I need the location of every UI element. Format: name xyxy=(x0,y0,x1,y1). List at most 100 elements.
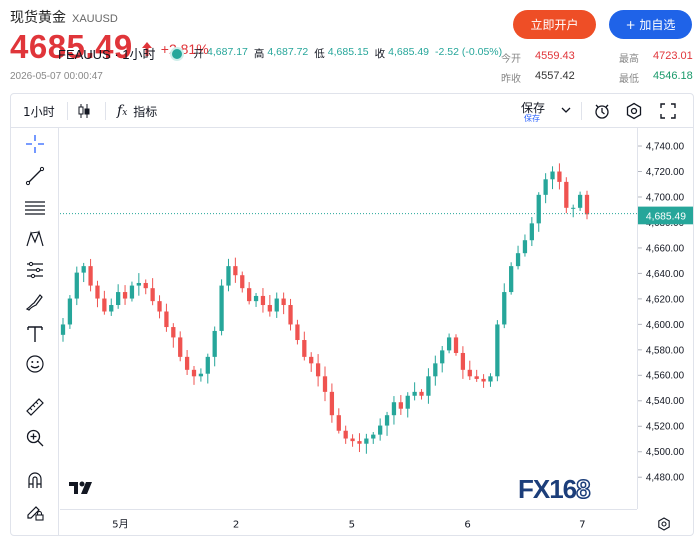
text-tool[interactable] xyxy=(23,322,47,346)
alert-button[interactable] xyxy=(593,94,611,128)
y-tick-label: 4,720.00 xyxy=(646,167,685,178)
candle-type-button[interactable] xyxy=(77,94,91,128)
candle-body xyxy=(302,340,307,357)
ruler-tool[interactable] xyxy=(23,395,47,419)
instrument-name: 现货黄金 xyxy=(10,10,66,26)
zoom-in-tool[interactable] xyxy=(23,426,47,450)
candle-body xyxy=(384,415,390,426)
toolbar-divider xyxy=(581,102,582,120)
candle-body xyxy=(274,298,279,312)
toolbar-divider xyxy=(67,102,68,120)
candle-body xyxy=(474,376,479,379)
legend-low-label: 低 xyxy=(314,48,325,60)
candle-body xyxy=(260,295,266,306)
y-tick-label: 4,660.00 xyxy=(646,243,685,254)
pattern-icon xyxy=(26,230,44,247)
candle-body xyxy=(433,363,438,377)
magnet-tool[interactable] xyxy=(23,468,47,492)
fx168-brand-num: 8 xyxy=(575,473,591,505)
market-status-dot xyxy=(169,46,184,61)
candle-body xyxy=(515,253,521,267)
stat-low: 最低 4546.18 xyxy=(619,70,693,85)
fx168-brand: FX16 xyxy=(518,474,577,504)
emoji-tool[interactable] xyxy=(23,352,47,376)
add-watchlist-button[interactable]: + 加自选 xyxy=(609,10,692,39)
chevron-down-icon[interactable] xyxy=(561,106,571,114)
candle-body xyxy=(564,181,569,208)
x-tick-label: 5月 xyxy=(112,518,129,530)
candle-body xyxy=(426,376,431,396)
trend-line-tool[interactable] xyxy=(23,164,47,188)
price-chart[interactable] xyxy=(60,128,637,509)
candle-body xyxy=(88,266,93,286)
lock-pencil-icon xyxy=(27,506,44,521)
settings-button[interactable] xyxy=(625,94,643,128)
time-axis[interactable]: 5月 2 5 6 7 xyxy=(60,509,637,536)
y-tick-label: 4,620.00 xyxy=(646,294,685,305)
candle-body xyxy=(95,285,100,299)
brush-tool[interactable] xyxy=(23,290,47,314)
candle-body xyxy=(481,378,486,382)
chart-toolbar: 1小时 fx 指标 保存 保存 xyxy=(11,94,693,128)
candle-body xyxy=(233,266,238,276)
legend-close: 4,685.49 xyxy=(388,46,430,58)
open-account-button[interactable]: 立即开户 xyxy=(513,10,596,39)
magnet-icon xyxy=(28,472,42,488)
candle-body xyxy=(281,298,286,306)
save-sublabel: 保存 xyxy=(524,114,540,123)
legend-open: 4,687.17 xyxy=(207,46,248,58)
candle-body xyxy=(129,285,135,299)
candle-body xyxy=(122,292,128,299)
candle-body xyxy=(453,337,459,353)
axis-settings-icon[interactable] xyxy=(657,517,671,531)
candle-body xyxy=(440,350,445,364)
fullscreen-icon xyxy=(660,103,676,119)
candle-body xyxy=(343,430,348,439)
pattern-tool[interactable] xyxy=(23,227,47,251)
candle-body xyxy=(364,438,369,444)
legend-open-label: 开 xyxy=(193,48,205,60)
candle-body xyxy=(205,356,210,374)
crosshair-tool[interactable] xyxy=(23,132,47,156)
screenshot-button[interactable] xyxy=(659,94,677,128)
candle-body xyxy=(378,425,383,435)
legend-high: 4,687.72 xyxy=(267,46,309,58)
quote-timestamp: 2026-05-07 00:00:47 xyxy=(10,71,103,82)
horizontal-lines-tool[interactable] xyxy=(23,196,47,220)
gear-icon xyxy=(626,102,642,120)
interval-selector[interactable]: 1小时 xyxy=(23,94,55,128)
candle-body xyxy=(309,356,314,364)
measure-lines-icon xyxy=(27,261,43,279)
candle-body xyxy=(247,288,252,302)
candle-body xyxy=(577,194,583,208)
candle-body xyxy=(191,369,197,377)
x-tick-label: 2 xyxy=(233,519,239,530)
indicators-button[interactable]: fx 指标 xyxy=(117,94,157,128)
candle-body xyxy=(419,391,424,396)
y-tick-label: 4,540.00 xyxy=(646,396,685,407)
legend-symbol: FEAUUS · 1小时 xyxy=(58,47,156,62)
text-icon xyxy=(27,326,43,342)
candle-body xyxy=(467,369,472,377)
y-tick-label: 4,740.00 xyxy=(646,141,685,152)
lock-drawings-tool[interactable] xyxy=(23,500,47,524)
candle-body xyxy=(184,356,190,370)
y-tick-label: 4,700.00 xyxy=(646,192,685,203)
candle-body xyxy=(212,330,217,357)
brush-icon xyxy=(25,294,43,311)
chart-legend: FEAUUS · 1小时 开 4,687.17 高 4,687.72 低 4,685.… xyxy=(58,44,502,63)
candle-body xyxy=(543,179,548,195)
candle-body xyxy=(288,305,293,325)
candle-body xyxy=(67,298,73,325)
y-tick-label: 4,600.00 xyxy=(646,320,685,331)
tradingview-logo[interactable] xyxy=(66,476,96,500)
y-tick-label: 4,640.00 xyxy=(646,269,685,280)
indicators-label: 指标 xyxy=(133,104,158,119)
candle-body xyxy=(412,391,417,396)
candle-body xyxy=(226,266,231,286)
candle-body xyxy=(502,292,507,325)
measure-lines-tool[interactable] xyxy=(23,258,47,282)
price-axis[interactable]: 4,740.004,720.004,700.004,680.004,660.00… xyxy=(637,128,694,509)
crosshair-icon xyxy=(26,135,44,153)
candle-body xyxy=(198,373,204,377)
